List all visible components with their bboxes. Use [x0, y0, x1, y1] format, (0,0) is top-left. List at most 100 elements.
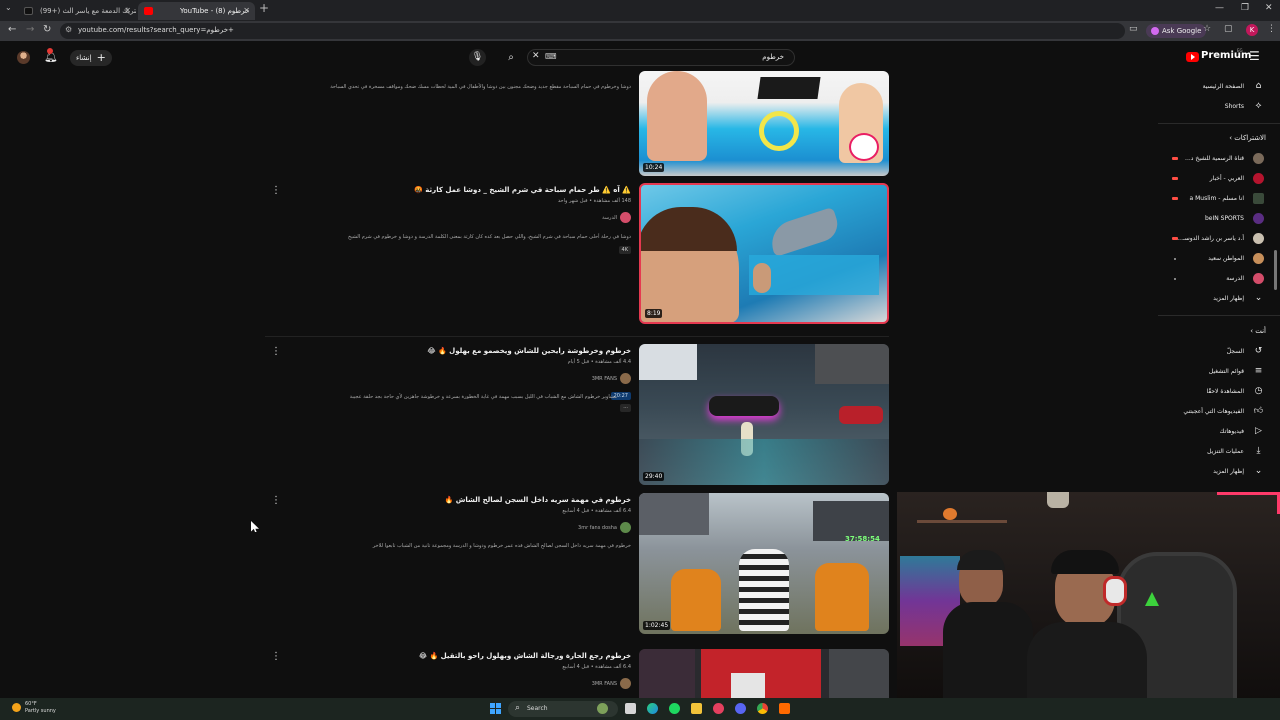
restore-icon[interactable]: ❐ [1241, 3, 1249, 13]
close-window-icon[interactable]: ✕ [1265, 3, 1273, 13]
guide-playlists[interactable]: ≡ قوائم التشغيل [1170, 364, 1266, 380]
chrome-icon[interactable] [757, 703, 768, 714]
thumbnail-shark [766, 206, 842, 258]
video-title[interactable]: خرطوم في مهمة سريه داخل السجن لصالح الشا… [445, 496, 631, 504]
close-tab-icon[interactable]: ✕ [243, 2, 250, 20]
address-bar[interactable]: ⚙ youtube.com/results?search_query=خرطوم… [60, 23, 1125, 39]
account-avatar[interactable] [17, 51, 30, 64]
site-info-icon[interactable]: ⚙ [65, 25, 72, 34]
discord-icon[interactable] [735, 703, 746, 714]
subscriptions-header[interactable]: الاشتراكات › [1229, 134, 1266, 142]
reload-icon[interactable]: ↻ [43, 24, 51, 35]
video-thumbnail[interactable]: 29:40 [639, 344, 889, 485]
tab-search-icon[interactable]: ⌄ [5, 3, 12, 12]
channel-link[interactable]: 3mr fans dosha [578, 522, 631, 533]
webcam-person-right-body [1027, 622, 1147, 702]
minimize-icon[interactable]: — [1215, 3, 1224, 13]
guide-history[interactable]: ↺ السجلّ [1170, 344, 1266, 360]
ask-google-button[interactable]: Ask Google [1146, 24, 1207, 38]
more-actions-icon[interactable]: ⋮ [271, 185, 281, 196]
extensions-icon[interactable]: ▢ [1224, 24, 1233, 34]
close-tab-icon[interactable]: ✕ [124, 2, 131, 20]
file-explorer-icon[interactable] [691, 703, 702, 714]
channel-avatar [1253, 193, 1264, 204]
forward-icon[interactable]: → [26, 24, 34, 35]
more-actions-icon[interactable]: ⋮ [271, 346, 281, 357]
weather-widget[interactable]: 60°F Partly sunny [12, 701, 56, 715]
create-label: إنشاء [76, 54, 92, 62]
guide-liked-videos[interactable]: 👍︎ الفيديوهات التي أعجبتني [1170, 404, 1266, 420]
keyboard-icon[interactable]: ⌨ [545, 52, 557, 61]
home-icon: ⌂ [1255, 81, 1262, 91]
guide-downloads[interactable]: ⤓ عمليات التنزيل [1170, 444, 1266, 460]
guide-subscription[interactable]: الدرسة [1170, 271, 1266, 287]
headphones-icon [1103, 576, 1127, 606]
thumbnail-webcam-inset [639, 344, 697, 380]
clear-search-icon[interactable]: ✕ [532, 51, 540, 61]
task-view-icon[interactable] [625, 703, 636, 714]
scrollbar[interactable] [1274, 250, 1277, 290]
windows-start-icon[interactable] [490, 703, 501, 714]
guide-menu-icon[interactable]: ☰ [1249, 49, 1260, 63]
video-description: مشاوير خرطوم الشاش مع الشباب في الليل بس… [349, 394, 617, 400]
guide-subscription[interactable]: قناة الرسمية للشيخ د... [1170, 151, 1266, 167]
video-title[interactable]: ⚠️ آه ⚠️ طر حمام سباحة في شرم الشيخ _ دو… [414, 186, 631, 194]
taskbar-widget-icon[interactable] [597, 703, 608, 714]
video-thumbnail[interactable]: 10:24 [639, 71, 889, 176]
video-title[interactable]: خرطوم رجع الحارة ورجالة الشاش وبهلول راح… [419, 652, 631, 660]
video-result[interactable]: خرطوم رجع الحارة ورجالة الشاش وبهلول راح… [265, 649, 889, 698]
more-actions-icon[interactable]: ⋮ [271, 495, 281, 506]
video-result[interactable]: 10:24 دوشا وخرطوم في حمام السباحة مقطع ج… [265, 71, 889, 177]
thumb-up-icon: 👍︎ [1253, 406, 1264, 416]
video-result[interactable]: 8:19 ⚠️ آه ⚠️ طر حمام سباحة في شرم الشيخ… [265, 183, 889, 325]
you-header[interactable]: أنت › [1250, 327, 1266, 335]
browser-tab-1[interactable]: (99+) ستريك الدمعة مع ياسر الث... ✕ [18, 2, 136, 20]
weather-temp: 60°F [25, 701, 37, 707]
divider [1158, 123, 1280, 124]
guide-home[interactable]: ⌂ الصفحة الرئيسية [1170, 79, 1266, 95]
guide-subscription[interactable]: المواطن سعيد [1170, 251, 1266, 267]
video-result[interactable]: 29:40 خرطوم وخرطوشة رايحين للشاش ويخصمو … [265, 344, 889, 486]
channel-link[interactable]: الدرسة [602, 212, 631, 223]
more-actions-icon[interactable]: ⋮ [271, 651, 281, 662]
create-button[interactable]: إنشاء + [70, 50, 112, 66]
video-thumbnail[interactable] [639, 649, 889, 698]
search-input[interactable]: ✕ ⌨ خرطوم [527, 49, 795, 66]
guide-watch-later[interactable]: ◷ المشاهدة لاحقًا [1170, 384, 1266, 400]
thumbnail-person-figure [647, 71, 707, 161]
video-thumbnail[interactable]: 37:58:54 1:02:45 [639, 493, 889, 634]
channel-avatar [1253, 233, 1264, 244]
new-tab-icon[interactable]: + [259, 1, 269, 15]
bookmark-star-icon[interactable]: ☆ [1203, 24, 1211, 34]
back-icon[interactable]: ← [8, 24, 16, 35]
history-icon: ↺ [1254, 346, 1263, 356]
browser-menu-icon[interactable]: ⋮ [1267, 24, 1276, 34]
guide-shorts[interactable]: ⟡ Shorts [1170, 99, 1266, 115]
webcam-person-right-hair [1051, 550, 1119, 574]
guide-subscription[interactable]: beIN SPORTS [1170, 211, 1266, 227]
guide-show-more[interactable]: ⌄ إظهار المزيد [1170, 291, 1266, 307]
guide-you-show-more[interactable]: ⌄ إظهار المزيد [1170, 464, 1266, 480]
spotify-icon[interactable] [669, 703, 680, 714]
thumbnail-screen [731, 673, 765, 698]
webcam-neon-light [1217, 492, 1280, 514]
guide-your-videos[interactable]: ▷ فيديوهاتك [1170, 424, 1266, 440]
guide-subscription[interactable]: أ.د ياسر بن راشد الدوسـ... [1170, 231, 1266, 247]
guide-label: فيديوهاتك [1219, 428, 1244, 435]
channel-link[interactable]: 3MR FANS [592, 678, 631, 689]
guide-label: إظهار المزيد [1213, 468, 1244, 475]
guide-subscription[interactable]: انا مسلم - a Muslim [1170, 191, 1266, 207]
video-result[interactable]: 37:58:54 1:02:45 خرطوم في مهمة سريه داخل… [265, 493, 889, 635]
app-icon[interactable] [713, 703, 724, 714]
browser-tab-2[interactable]: YouTube - (8) خرطوم ✕ [138, 2, 255, 20]
cast-icon[interactable]: ▭ [1129, 24, 1138, 34]
channel-link[interactable]: 3MR FANS [592, 373, 631, 384]
edge-icon[interactable] [647, 703, 658, 714]
app-icon[interactable] [779, 703, 790, 714]
search-button[interactable]: ⌕ [500, 49, 522, 66]
guide-subscription[interactable]: العربي - أخبار [1170, 171, 1266, 187]
voice-search-mic-icon[interactable]: 🎙︎ [469, 49, 486, 66]
profile-avatar[interactable]: K [1246, 24, 1258, 36]
video-title[interactable]: خرطوم وخرطوشة رايحين للشاش ويخصمو مع بهل… [427, 347, 631, 355]
video-thumbnail[interactable]: 8:19 [639, 183, 889, 324]
